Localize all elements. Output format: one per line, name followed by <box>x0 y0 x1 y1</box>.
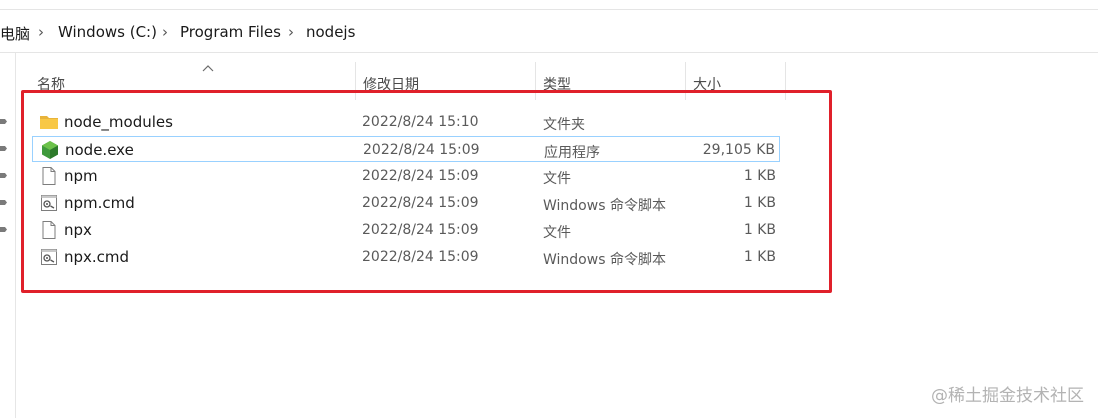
breadcrumb-item-nodejs[interactable]: nodejs <box>306 23 355 41</box>
file-type: Windows 命令脚本 <box>543 252 666 268</box>
file-row-npm-cmd[interactable]: npm.cmd 2022/8/24 15:09 Windows 命令脚本 1 K… <box>32 190 780 216</box>
column-divider[interactable] <box>355 62 356 100</box>
nodejs-app-icon <box>42 141 58 159</box>
pin-icon[interactable] <box>0 225 7 234</box>
column-header-date[interactable]: 修改日期 <box>363 74 419 94</box>
column-header-row: 名称 修改日期 类型 大小 <box>15 62 1098 100</box>
file-name[interactable]: npx <box>64 221 92 239</box>
file-type: 文件 <box>543 171 571 187</box>
navigation-pane[interactable] <box>0 53 16 418</box>
breadcrumb: 电脑 › Windows (C:) › Program Files › node… <box>0 9 1098 53</box>
chevron-right-icon[interactable]: › <box>38 23 44 41</box>
file-name[interactable]: npx.cmd <box>64 248 129 266</box>
file-row-npx-cmd[interactable]: npx.cmd 2022/8/24 15:09 Windows 命令脚本 1 K… <box>32 244 780 270</box>
file-date: 2022/8/24 15:10 <box>362 114 479 130</box>
file-size: 1 KB <box>743 195 776 211</box>
file-date: 2022/8/24 15:09 <box>363 142 480 158</box>
file-name[interactable]: node_modules <box>64 113 173 131</box>
column-header-name[interactable]: 名称 <box>37 74 65 94</box>
file-date: 2022/8/24 15:09 <box>362 168 479 184</box>
folder-icon <box>40 116 58 129</box>
file-row-npm[interactable]: npm 2022/8/24 15:09 文件 1 KB <box>32 163 780 189</box>
breadcrumb-item-program-files[interactable]: Program Files <box>180 23 281 41</box>
file-date: 2022/8/24 15:09 <box>362 195 479 211</box>
pin-icon[interactable] <box>0 198 7 207</box>
pin-icon[interactable] <box>0 171 7 180</box>
file-row-npx[interactable]: npx 2022/8/24 15:09 文件 1 KB <box>32 217 780 243</box>
file-size: 1 KB <box>743 168 776 184</box>
file-type: Windows 命令脚本 <box>543 198 666 214</box>
file-type: 应用程序 <box>544 145 600 161</box>
column-header-size[interactable]: 大小 <box>693 74 721 94</box>
column-header-type[interactable]: 类型 <box>543 74 571 94</box>
file-name[interactable]: node.exe <box>65 141 134 159</box>
pin-icon[interactable] <box>0 117 7 126</box>
file-name[interactable]: npm.cmd <box>64 194 135 212</box>
file-row-node-modules[interactable]: node_modules 2022/8/24 15:10 文件夹 <box>32 109 780 135</box>
file-date: 2022/8/24 15:09 <box>362 222 479 238</box>
file-row-node-exe[interactable]: node.exe 2022/8/24 15:09 应用程序 29,105 KB <box>32 136 780 162</box>
file-size: 1 KB <box>743 222 776 238</box>
column-divider[interactable] <box>785 62 786 100</box>
cmd-script-icon <box>41 195 57 211</box>
watermark: @稀土掘金技术社区 <box>931 386 1084 406</box>
sort-ascending-icon <box>202 65 214 72</box>
file-date: 2022/8/24 15:09 <box>362 249 479 265</box>
file-size: 1 KB <box>743 249 776 265</box>
breadcrumb-item-computer[interactable]: 电脑 <box>0 23 30 44</box>
file-name[interactable]: npm <box>64 167 98 185</box>
column-divider[interactable] <box>535 62 536 100</box>
file-icon <box>42 221 56 239</box>
cmd-script-icon <box>41 249 57 265</box>
chevron-right-icon[interactable]: › <box>162 23 168 41</box>
file-size: 29,105 KB <box>702 142 775 158</box>
file-type: 文件 <box>543 225 571 241</box>
pin-icon[interactable] <box>0 144 7 153</box>
file-icon <box>42 167 56 185</box>
chevron-right-icon[interactable]: › <box>288 23 294 41</box>
column-divider[interactable] <box>685 62 686 100</box>
file-type: 文件夹 <box>543 117 585 133</box>
file-explorer-window: 电脑 › Windows (C:) › Program Files › node… <box>0 0 1098 418</box>
breadcrumb-item-windows-c[interactable]: Windows (C:) <box>58 23 157 41</box>
